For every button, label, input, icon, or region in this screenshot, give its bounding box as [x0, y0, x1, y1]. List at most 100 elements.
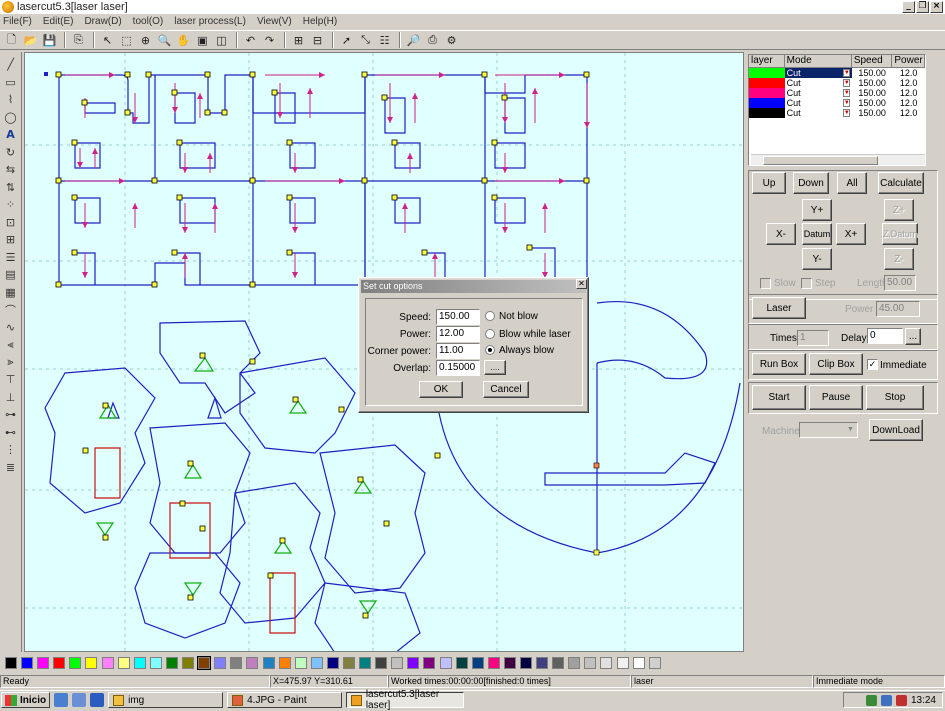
- clip-box-button[interactable]: Clip Box: [809, 353, 863, 375]
- palette-swatch[interactable]: [197, 656, 212, 670]
- palette-swatch[interactable]: [503, 657, 516, 669]
- palette-swatch[interactable]: [471, 657, 484, 669]
- distribute-icon[interactable]: ⋮: [2, 441, 20, 459]
- palette-swatch[interactable]: [648, 657, 661, 669]
- layer-row[interactable]: Cut ▼ 150.00 12.0: [749, 98, 925, 108]
- volume-icon[interactable]: [880, 694, 892, 706]
- line-tool-icon[interactable]: ╱: [2, 56, 20, 74]
- hatch-icon[interactable]: ▤: [2, 266, 20, 284]
- palette-swatch[interactable]: [5, 657, 17, 669]
- task-paint[interactable]: 4.JPG - Paint: [227, 692, 343, 708]
- mode-dropdown-icon[interactable]: ▼: [842, 89, 850, 97]
- layer-row[interactable]: Cut ▼ 150.00 12.0: [749, 68, 925, 78]
- palette-swatch[interactable]: [53, 657, 66, 669]
- fill-icon[interactable]: ☰: [2, 249, 20, 267]
- pan-hand-icon[interactable]: ✋: [175, 32, 192, 49]
- preview-icon[interactable]: 🔎: [405, 32, 422, 49]
- delay-field[interactable]: 0: [867, 328, 903, 344]
- all-button[interactable]: All: [837, 172, 867, 194]
- import-icon[interactable]: ⎘: [70, 32, 87, 49]
- open-folder-icon[interactable]: 📂: [22, 32, 39, 49]
- start-button[interactable]: Start: [752, 385, 806, 410]
- palette-swatch[interactable]: [423, 657, 436, 669]
- palette-swatch[interactable]: [536, 657, 549, 669]
- datum-button[interactable]: Datum: [802, 223, 832, 245]
- node-edit-icon[interactable]: ⬚: [118, 32, 135, 49]
- download-button[interactable]: DownLoad: [869, 419, 923, 441]
- ungroup-icon[interactable]: ⊟: [309, 32, 326, 49]
- layer-col-header[interactable]: layer: [749, 55, 785, 67]
- speed-col-header[interactable]: Speed: [852, 55, 893, 67]
- blow-while-laser-radio[interactable]: [485, 329, 495, 339]
- menu-tool[interactable]: tool(O): [133, 16, 164, 27]
- palette-swatch[interactable]: [584, 657, 597, 669]
- mode-dropdown-icon[interactable]: ▼: [842, 99, 850, 107]
- palette-swatch[interactable]: [133, 657, 146, 669]
- speed-field[interactable]: 150.00: [436, 309, 480, 325]
- curve-icon[interactable]: ∿: [2, 319, 20, 337]
- desktop-icon[interactable]: [72, 693, 87, 707]
- palette-swatch[interactable]: [149, 657, 162, 669]
- palette-swatch[interactable]: [294, 657, 307, 669]
- maximize-button[interactable]: ❐: [916, 1, 929, 13]
- menu-view[interactable]: View(V): [257, 16, 292, 27]
- layer-row[interactable]: Cut ▼ 150.00 12.0: [749, 88, 925, 98]
- laser-button[interactable]: Laser: [752, 297, 806, 319]
- z-minus-button[interactable]: Z-: [884, 248, 914, 270]
- up-button[interactable]: Up: [752, 172, 786, 194]
- menu-draw[interactable]: Draw(D): [84, 16, 121, 27]
- align-top-icon[interactable]: ⊤: [2, 371, 20, 389]
- layers-icon[interactable]: ≣: [2, 459, 20, 477]
- y-minus-button[interactable]: Y-: [802, 248, 832, 270]
- always-blow-radio[interactable]: [485, 345, 495, 355]
- cut-order-icon[interactable]: ⤡: [357, 32, 374, 49]
- center-v-icon[interactable]: ⊷: [2, 424, 20, 442]
- polyline-tool-icon[interactable]: ⌇: [2, 91, 20, 109]
- menu-file[interactable]: File(F): [3, 16, 32, 27]
- palette-swatch[interactable]: [230, 657, 243, 669]
- task-lasercut[interactable]: lasercut5.3[laser laser]: [346, 689, 465, 711]
- center-h-icon[interactable]: ⊶: [2, 406, 20, 424]
- media-icon[interactable]: [90, 693, 105, 707]
- mirror-h-icon[interactable]: ⇆: [2, 161, 20, 179]
- palette-swatch[interactable]: [391, 657, 404, 669]
- text-tool-icon[interactable]: A: [2, 126, 20, 144]
- run-box-button[interactable]: Run Box: [752, 353, 806, 375]
- overlap-field[interactable]: 0.15000: [436, 360, 480, 376]
- menu-edit[interactable]: Edit(E): [43, 16, 74, 27]
- palette-swatch[interactable]: [101, 657, 114, 669]
- palette-swatch[interactable]: [278, 657, 291, 669]
- palette-swatch[interactable]: [439, 657, 452, 669]
- rotate-tool-icon[interactable]: ↻: [2, 144, 20, 162]
- palette-swatch[interactable]: [310, 657, 323, 669]
- new-file-icon[interactable]: 🗋: [3, 32, 20, 49]
- palette-swatch[interactable]: [69, 657, 82, 669]
- align-bottom-icon[interactable]: ⊥: [2, 389, 20, 407]
- machine-select[interactable]: ▼: [799, 422, 858, 438]
- close-button[interactable]: ×: [930, 1, 943, 13]
- palette-swatch[interactable]: [85, 657, 98, 669]
- y-plus-button[interactable]: Y+: [802, 199, 832, 221]
- palette-swatch[interactable]: [568, 657, 581, 669]
- palette-swatch[interactable]: [326, 657, 339, 669]
- palette-swatch[interactable]: [342, 657, 355, 669]
- select-arrow-icon[interactable]: ↖: [99, 32, 116, 49]
- palette-swatch[interactable]: [165, 657, 178, 669]
- undo-icon[interactable]: ↶: [242, 32, 259, 49]
- ok-button[interactable]: OK: [419, 381, 463, 398]
- align-right-icon[interactable]: ⫸: [2, 354, 20, 372]
- palette-swatch[interactable]: [552, 657, 565, 669]
- slow-checkbox[interactable]: [760, 278, 771, 289]
- palette-swatch[interactable]: [632, 657, 645, 669]
- array-icon[interactable]: ☷: [376, 32, 393, 49]
- times-field[interactable]: 1: [797, 330, 829, 346]
- mode-col-header[interactable]: Mode: [785, 55, 852, 67]
- layer-row[interactable]: Cut ▼ 150.00 12.0: [749, 108, 925, 118]
- ie-icon[interactable]: [54, 693, 69, 707]
- z-datum-button[interactable]: Z.Datum: [882, 223, 918, 245]
- palette-swatch[interactable]: [407, 657, 420, 669]
- zoom-all-icon[interactable]: ◫: [213, 32, 230, 49]
- nodes-icon[interactable]: ⁘: [2, 196, 20, 214]
- task-img[interactable]: img: [108, 692, 224, 708]
- x-minus-button[interactable]: X-: [766, 223, 796, 245]
